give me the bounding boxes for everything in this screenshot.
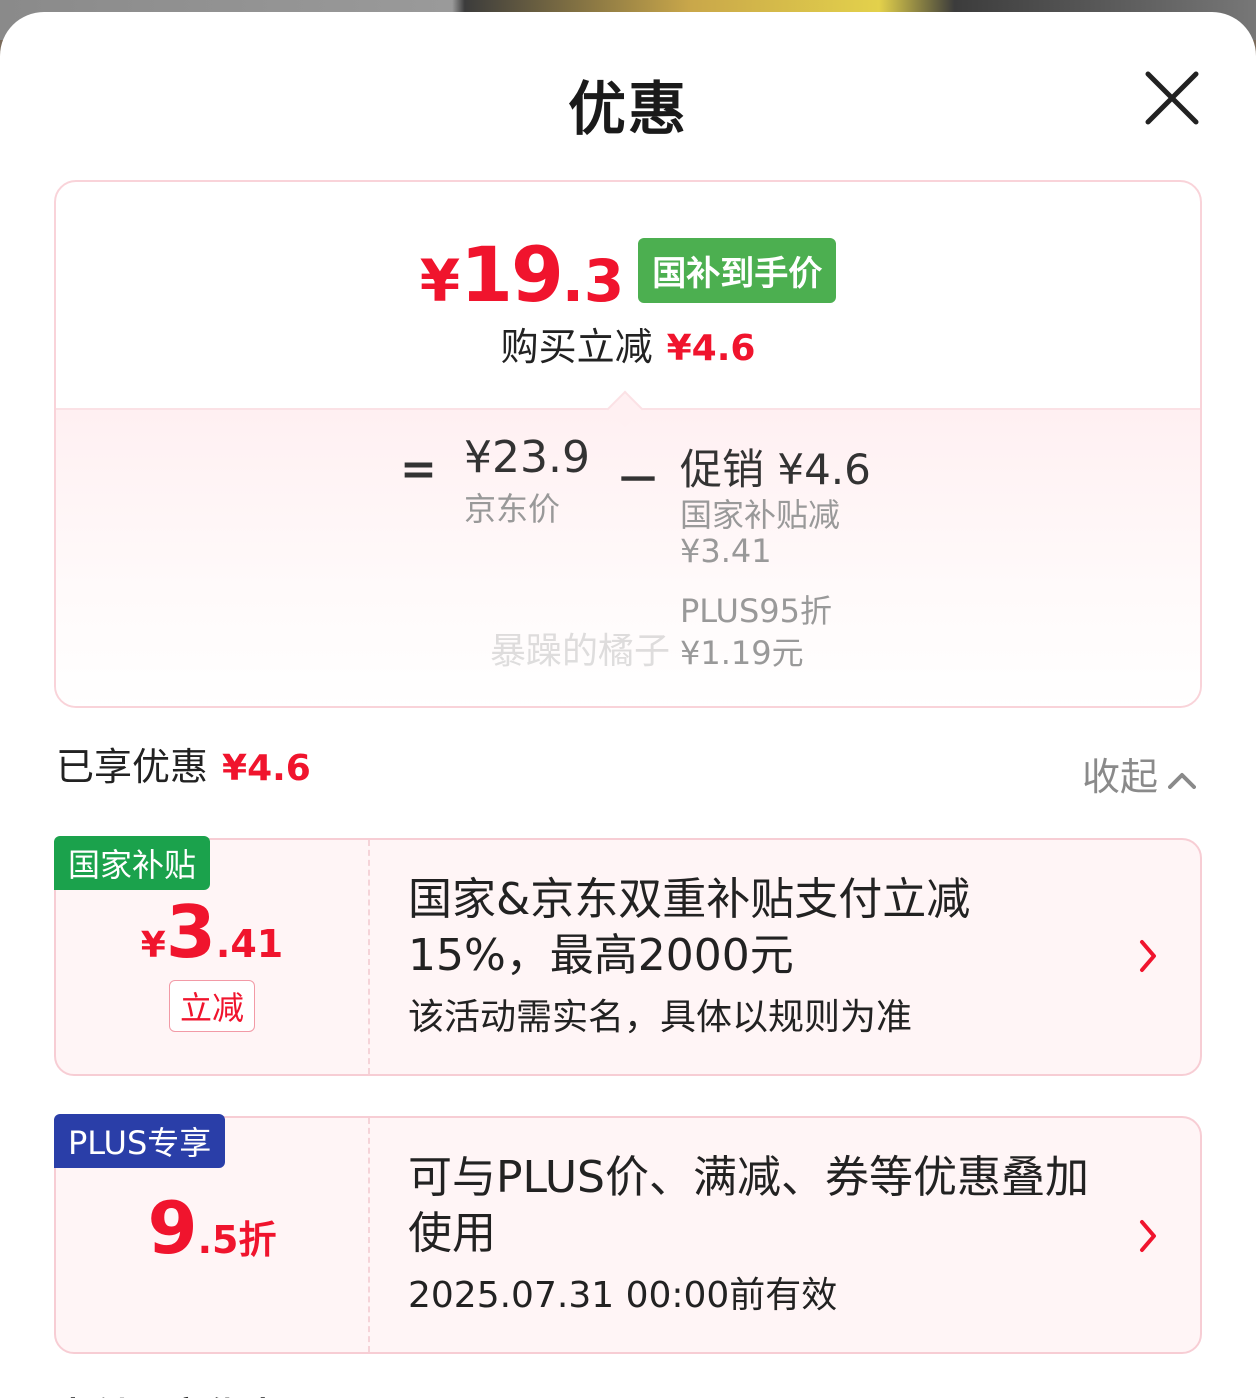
enjoyed-discount-amount: ¥4.6 xyxy=(222,748,311,789)
card-divider xyxy=(368,1118,370,1352)
price-summary-card: ¥19.3 国补到手价 购买立减 ¥4.6 = ¥23.9 京东价 － 促销 ¥4.… xyxy=(54,180,1202,708)
sheet-title: 优惠 xyxy=(567,75,688,143)
subsidy-price-badge: 国补到手价 xyxy=(638,238,837,303)
minus-sign: － xyxy=(616,455,660,506)
instant-discount-amount: ¥4.6 xyxy=(666,328,756,369)
card-subtitle: 该活动需实名，具体以规则为准 xyxy=(408,997,913,1038)
card-title: 国家&京东双重补贴支付立减15%，最高2000元 xyxy=(408,874,971,981)
close-button[interactable] xyxy=(1142,68,1202,128)
plus-exclusive-tag: PLUS专享 xyxy=(54,1114,226,1168)
plus-discount-integer: 9 xyxy=(147,1186,198,1270)
promotion-detail-line: ¥3.41 xyxy=(680,532,772,570)
instant-reduce-pill: 立减 xyxy=(168,980,255,1032)
chevron-right-icon xyxy=(1140,940,1156,972)
watermark: 暴躁的橘子 xyxy=(490,631,671,672)
enjoyed-discount: 已享优惠 ¥4.6 xyxy=(56,736,311,791)
instant-discount-label: 购买立减 xyxy=(500,325,653,369)
close-icon xyxy=(1145,71,1199,125)
plus-exclusive-card[interactable]: PLUS专享 9.5折 可与PLUS价、满减、券等优惠叠加使用 2025.07.… xyxy=(54,1114,1202,1354)
collapse-button[interactable]: 收起 xyxy=(1082,746,1197,801)
final-price-currency: ¥ xyxy=(419,247,461,315)
plus-discount: 9.5折 xyxy=(56,1186,368,1270)
discount-sheet: 优惠 ¥19.3 国补到手价 购买立减 ¥4.6 = ¥23.9 京东价 － 促销 … xyxy=(0,12,1256,1398)
payment-offers-heading: 支付再享优惠 xyxy=(54,1386,282,1398)
subsidy-amount-currency: ¥ xyxy=(140,925,166,966)
card-title: 可与PLUS价、满减、券等优惠叠加使用 xyxy=(408,1152,1089,1259)
jd-price-value: ¥23.9 xyxy=(464,432,590,483)
subsidy-amount-integer: 3 xyxy=(165,890,216,974)
plus-discount-decimal: .5折 xyxy=(197,1218,277,1262)
equals-sign: = xyxy=(400,444,437,495)
promotion-detail-line: ¥1.19元 xyxy=(680,634,804,672)
chevron-right-icon xyxy=(1140,1220,1156,1252)
jd-price-label: 京东价 xyxy=(464,490,561,528)
card-divider xyxy=(368,840,370,1074)
national-subsidy-tag: 国家补贴 xyxy=(54,836,211,890)
promotion-total: 促销 ¥4.6 xyxy=(680,445,871,494)
subsidy-amount: ¥3.41 xyxy=(56,890,368,974)
collapse-label: 收起 xyxy=(1082,755,1159,799)
final-price-decimal: .3 xyxy=(561,247,625,315)
final-price-integer: 19 xyxy=(460,230,564,319)
national-subsidy-card[interactable]: 国家补贴 ¥3.41 立减 国家&京东双重补贴支付立减15%，最高2000元 该… xyxy=(54,836,1202,1076)
chevron-up-icon xyxy=(1168,772,1197,789)
subsidy-amount-decimal: .41 xyxy=(215,922,284,966)
instant-discount: 购买立减 ¥4.6 xyxy=(56,316,1200,371)
final-price: ¥19.3 国补到手价 xyxy=(56,230,1200,319)
instant-pill-wrap: 立减 xyxy=(56,980,368,1032)
promotion-detail-line: PLUS95折 xyxy=(680,592,832,630)
card-subtitle: 2025.07.31 00:00前有效 xyxy=(408,1275,838,1316)
enjoyed-discount-label: 已享优惠 xyxy=(56,745,209,789)
promotion-detail-line: 国家补贴减 xyxy=(680,496,841,534)
